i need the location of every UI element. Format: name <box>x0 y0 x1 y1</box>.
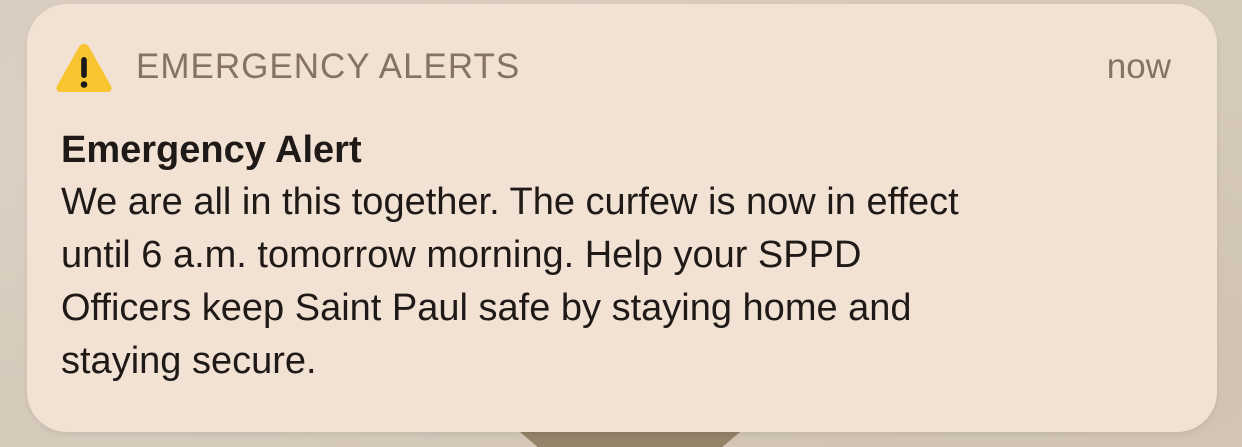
notification-content: Emergency Alert We are all in this toget… <box>61 124 1191 388</box>
app-name: EMERGENCY ALERTS <box>136 47 521 86</box>
notification-title: Emergency Alert <box>61 129 362 171</box>
warning-triangle-icon <box>56 44 112 92</box>
notification-body: We are all in this together. The curfew … <box>61 176 1191 388</box>
notification-timestamp: now <box>1106 47 1171 86</box>
wallpaper-detail <box>520 432 740 447</box>
body-line: staying secure. <box>61 340 317 382</box>
body-line: until 6 a.m. tomorrow morning. Help your… <box>61 234 862 276</box>
emergency-alert-notification[interactable]: EMERGENCY ALERTS now Emergency Alert We … <box>27 4 1217 432</box>
body-line: We are all in this together. The curfew … <box>61 181 959 223</box>
notification-header: EMERGENCY ALERTS now <box>27 4 1217 122</box>
body-line: Officers keep Saint Paul safe by staying… <box>61 287 912 329</box>
